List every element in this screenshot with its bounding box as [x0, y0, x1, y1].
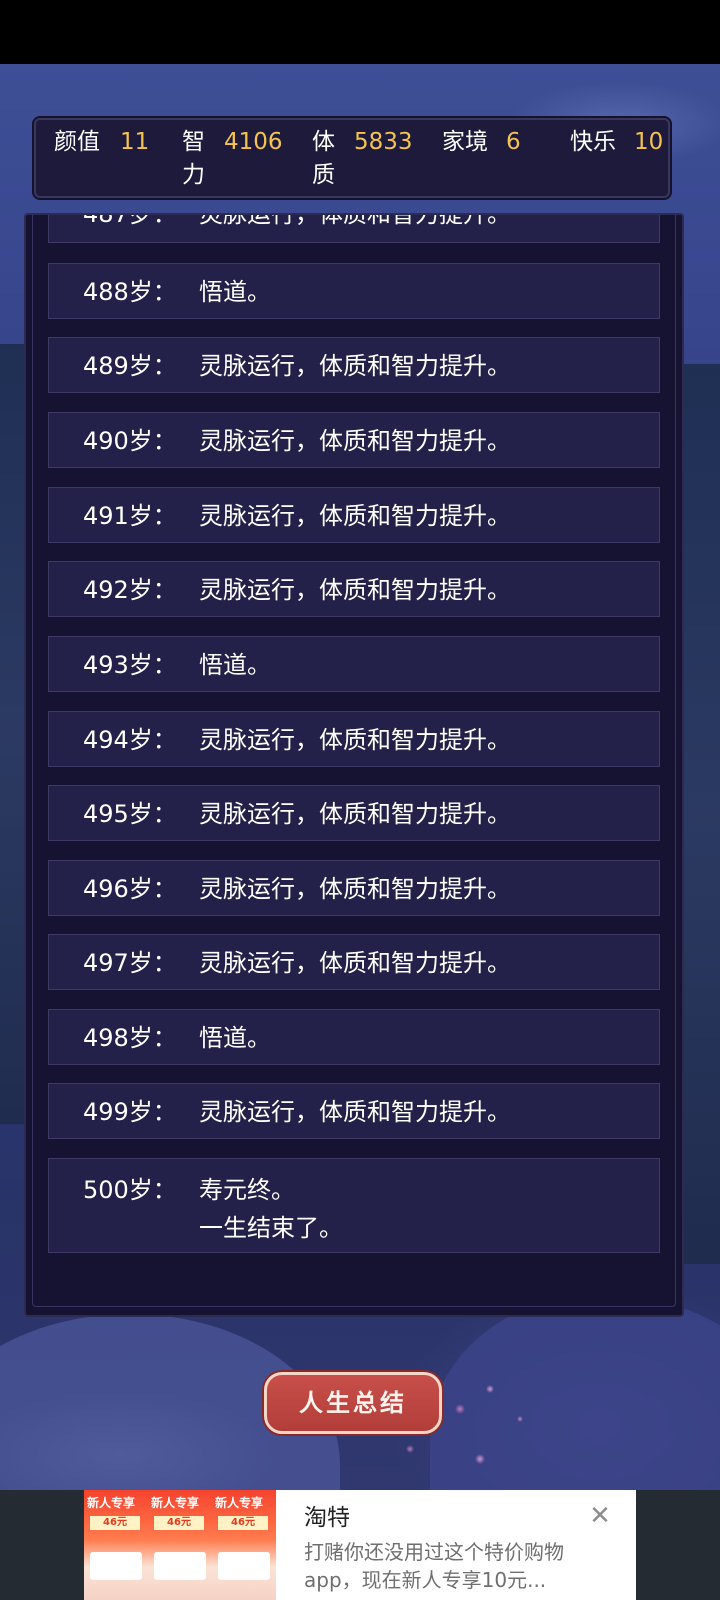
stat-label-constitution: 体质	[312, 129, 335, 188]
ad-thumb-price: 46元	[90, 1516, 140, 1530]
log-row: 497岁： 灵脉运行，体质和智力提升。	[48, 934, 660, 990]
stat-label-intelligence: 智力	[182, 129, 205, 188]
ad-thumb-goods	[218, 1552, 270, 1580]
log-event: 灵脉运行，体质和智力提升。	[199, 502, 511, 530]
stat-value-intelligence: 4106	[224, 129, 283, 155]
log-row: 488岁： 悟道。	[48, 263, 660, 319]
log-age: 500岁：	[83, 1176, 177, 1204]
log-age: 493岁：	[83, 651, 177, 679]
log-age: 488岁：	[83, 278, 177, 306]
log-event: 灵脉运行，体质和智力提升。	[199, 352, 511, 380]
stat-value-constitution: 5833	[354, 129, 413, 155]
log-row: 489岁： 灵脉运行，体质和智力提升。	[48, 337, 660, 393]
log-age: 495岁：	[83, 800, 177, 828]
ad-thumbnail[interactable]: 新人专享 46元	[148, 1490, 212, 1600]
log-row: 499岁： 灵脉运行，体质和智力提升。	[48, 1083, 660, 1139]
ad-title[interactable]: 淘特	[304, 1498, 350, 1532]
log-event: 灵脉运行，体质和智力提升。	[199, 949, 511, 977]
ad-thumbnail[interactable]: 新人专享 46元	[84, 1490, 148, 1600]
stat-label-happiness: 快乐	[570, 129, 616, 155]
stat-value-family: 6	[506, 129, 521, 155]
log-age: 499岁：	[83, 1098, 177, 1126]
log-row-final: 500岁： 寿元终。 一生结束了。	[48, 1158, 660, 1253]
log-event: 灵脉运行，体质和智力提升。	[199, 875, 511, 903]
log-age: 498岁：	[83, 1024, 177, 1052]
stat-value-appearance: 11	[120, 129, 150, 155]
log-event: 悟道。	[199, 278, 271, 306]
ad-thumb-goods	[154, 1552, 206, 1580]
ad-thumb-price: 46元	[154, 1516, 204, 1530]
log-age: 491岁：	[83, 502, 177, 530]
log-age: 487岁：	[83, 213, 177, 228]
tree-silhouette	[684, 364, 720, 1264]
log-event: 灵脉运行，体质和智力提升。	[199, 1098, 511, 1126]
log-row: 496岁： 灵脉运行，体质和智力提升。	[48, 860, 660, 916]
stat-label-family: 家境	[442, 129, 488, 155]
log-event: 悟道。	[199, 1024, 271, 1052]
stat-value-happiness: 10	[634, 129, 664, 155]
log-event: 悟道。	[199, 651, 271, 679]
log-row: 490岁： 灵脉运行，体质和智力提升。	[48, 412, 660, 468]
life-summary-button[interactable]: 人生总结	[264, 1372, 442, 1434]
log-row: 495岁： 灵脉运行，体质和智力提升。	[48, 785, 660, 841]
log-event: 灵脉运行，体质和智力提升。	[199, 576, 511, 604]
log-row: 487岁： 灵脉运行，体质和智力提升。	[48, 213, 660, 243]
log-age: 496岁：	[83, 875, 177, 903]
attribute-bar: 颜值 11 智力 4106 体质 5833 家境 6 快乐 10	[34, 118, 670, 198]
ad-thumb-price: 46元	[218, 1516, 268, 1530]
log-event: 寿元终。 一生结束了。	[199, 1176, 343, 1242]
status-bar	[0, 0, 720, 64]
ad-thumb-goods	[90, 1552, 142, 1580]
log-event: 灵脉运行，体质和智力提升。	[199, 213, 511, 228]
ad-card[interactable]: 新人专享 46元 新人专享 46元 新人专享 46元 淘特 打赌你还没用过这个特…	[84, 1490, 636, 1600]
log-age: 490岁：	[83, 427, 177, 455]
log-age: 497岁：	[83, 949, 177, 977]
log-age: 494岁：	[83, 726, 177, 754]
ad-banner[interactable]: 新人专享 46元 新人专享 46元 新人专享 46元 淘特 打赌你还没用过这个特…	[0, 1490, 720, 1600]
ad-thumb-promo: 新人专享	[215, 1496, 264, 1510]
log-row: 498岁： 悟道。	[48, 1009, 660, 1065]
log-row: 491岁： 灵脉运行，体质和智力提升。	[48, 487, 660, 543]
log-event: 灵脉运行，体质和智力提升。	[199, 800, 511, 828]
log-age: 492岁：	[83, 576, 177, 604]
close-icon[interactable]: ✕	[586, 1502, 614, 1530]
stat-label-appearance: 颜值	[54, 129, 100, 155]
log-row: 493岁： 悟道。	[48, 636, 660, 692]
log-event: 灵脉运行，体质和智力提升。	[199, 726, 511, 754]
log-event: 灵脉运行，体质和智力提升。	[199, 427, 511, 455]
ad-thumb-promo: 新人专享	[151, 1496, 200, 1510]
ad-thumbnail[interactable]: 新人专享 46元	[212, 1490, 276, 1600]
life-log-panel[interactable]: 487岁： 灵脉运行，体质和智力提升。 488岁： 悟道。 489岁： 灵脉运行…	[24, 213, 684, 1317]
log-age: 489岁：	[83, 352, 177, 380]
log-row: 492岁： 灵脉运行，体质和智力提升。	[48, 561, 660, 617]
log-row: 494岁： 灵脉运行，体质和智力提升。	[48, 711, 660, 767]
ad-description[interactable]: 打赌你还没用过这个特价购物app，现在新人专享10元...	[304, 1538, 594, 1594]
ad-thumb-promo: 新人专享	[87, 1496, 136, 1510]
